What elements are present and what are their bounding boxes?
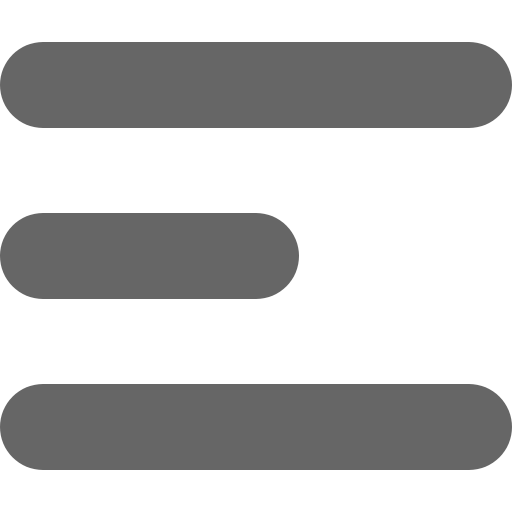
menu-line-top — [0, 42, 512, 128]
menu-line-middle — [0, 213, 299, 299]
menu-line-bottom — [0, 384, 512, 470]
menu-button[interactable] — [0, 0, 512, 512]
menu-align-left-icon — [0, 42, 512, 470]
